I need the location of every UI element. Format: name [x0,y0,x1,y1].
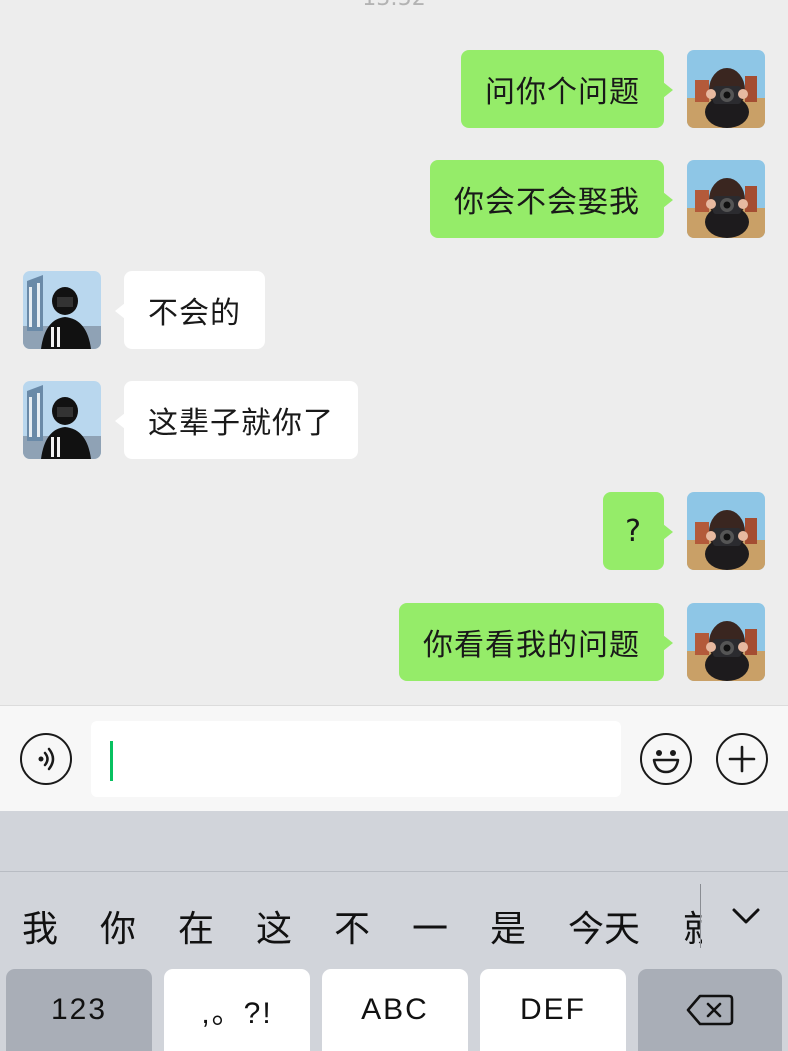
message-row: 你看看我的问题 [0,603,788,683]
emoji-icon [652,750,680,774]
message-bubble-incoming[interactable]: 这辈子就你了 [115,381,358,459]
candidate-word[interactable]: 一 [412,900,448,952]
candidate-word[interactable]: 这 [256,900,292,952]
chat-area[interactable]: 13:52 问你个问题 你会不会娶我 [0,0,788,705]
my-avatar[interactable] [687,50,765,128]
chevron-down-icon [732,908,760,924]
message-bubble-outgoing[interactable]: 问你个问题 [461,50,673,128]
voice-icon [38,747,55,771]
punctuation-key[interactable]: ,。?! [164,969,310,1051]
my-avatar[interactable] [687,160,765,238]
message-input[interactable] [91,721,621,797]
emoji-button[interactable] [640,733,692,785]
numbers-key[interactable]: 123 [6,969,152,1051]
contact-avatar[interactable] [23,381,101,459]
backspace-icon [686,994,734,1026]
contact-avatar[interactable] [23,271,101,349]
candidate-bar: 我 你 在 这 不 一 是 今天 就 [0,871,788,963]
message-row: 问你个问题 [0,50,788,130]
candidate-word[interactable]: 你 [100,900,136,952]
timestamp: 13:52 [0,0,788,11]
my-avatar[interactable] [687,492,765,570]
message-bubble-incoming[interactable]: 不会的 [115,271,265,349]
message-bubble-outgoing[interactable]: 你会不会娶我 [430,160,673,238]
message-row: 你会不会娶我 [0,160,788,240]
candidate-word[interactable]: 是 [490,900,526,952]
candidate-word[interactable]: 在 [178,900,214,952]
input-bar [0,705,788,811]
candidate-word[interactable]: 今天 [568,900,640,952]
more-button[interactable] [716,733,768,785]
message-row: 这辈子就你了 [0,381,788,461]
abc-key[interactable]: ABC [322,969,468,1051]
backspace-key[interactable] [638,969,782,1051]
my-avatar[interactable] [687,603,765,681]
plus-icon [728,745,756,773]
collapse-candidates-button[interactable] [722,896,770,936]
text-caret [110,741,113,781]
keyboard: 我 你 在 这 不 一 是 今天 就 123 ,。?! ABC DEF [0,811,788,1051]
candidate-divider [700,884,701,948]
voice-button[interactable] [20,733,72,785]
message-bubble-outgoing[interactable]: 你看看我的问题 [399,603,673,681]
def-key[interactable]: DEF [480,969,626,1051]
candidate-word[interactable]: 不 [334,900,370,952]
candidate-word[interactable]: 我 [22,900,58,952]
message-row: ? [0,492,788,572]
message-bubble-outgoing[interactable]: ? [603,492,673,570]
message-row: 不会的 [0,271,788,351]
